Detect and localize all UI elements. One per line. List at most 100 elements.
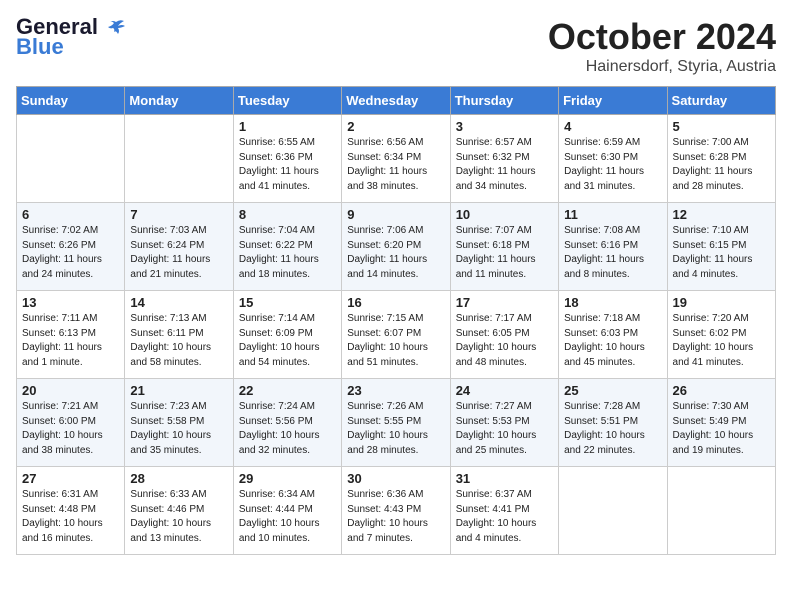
calendar-cell bbox=[125, 115, 233, 203]
day-number: 28 bbox=[130, 471, 227, 486]
calendar-cell: 19Sunrise: 7:20 AMSunset: 6:02 PMDayligh… bbox=[667, 291, 775, 379]
calendar-cell: 4 Sunrise: 6:59 AMSunset: 6:30 PMDaylight… bbox=[559, 115, 667, 203]
calendar-cell: 29 Sunrise: 6:34 AMSunset: 4:44 PMDayligh… bbox=[233, 467, 341, 555]
day-info: Sunrise: 7:21 AMSunset: 6:00 PMDaylight:… bbox=[22, 400, 119, 458]
day-info: Sunrise: 7:17 AMSunset: 6:05 PMDaylight:… bbox=[456, 312, 553, 370]
day-number: 6 bbox=[22, 207, 119, 222]
day-number: 23 bbox=[347, 383, 444, 398]
calendar-cell: 5 Sunrise: 7:00 AMSunset: 6:28 PMDaylight… bbox=[667, 115, 775, 203]
day-number: 9 bbox=[347, 207, 444, 222]
day-number: 15 bbox=[239, 295, 336, 310]
day-number: 22 bbox=[239, 383, 336, 398]
page-header: General Blue October 2024 Hainersdorf, S… bbox=[16, 16, 776, 76]
calendar-cell: 25 Sunrise: 7:28 AMSunset: 5:51 PMDayligh… bbox=[559, 379, 667, 467]
day-info: Sunrise: 7:06 AMSunset: 6:20 PMDaylight:… bbox=[347, 224, 444, 282]
weekday-header-monday: Monday bbox=[125, 87, 233, 115]
day-info: Sunrise: 6:34 AMSunset: 4:44 PMDaylight:… bbox=[239, 488, 336, 546]
day-number: 12 bbox=[673, 207, 770, 222]
calendar-cell: 9 Sunrise: 7:06 AMSunset: 6:20 PMDaylight… bbox=[342, 203, 450, 291]
logo: General Blue bbox=[16, 16, 126, 60]
day-info: Sunrise: 7:30 AMSunset: 5:49 PMDaylight:… bbox=[673, 400, 770, 458]
calendar-cell: 22 Sunrise: 7:24 AMSunset: 5:56 PMDayligh… bbox=[233, 379, 341, 467]
day-number: 17 bbox=[456, 295, 553, 310]
day-info: Sunrise: 6:33 AMSunset: 4:46 PMDaylight:… bbox=[130, 488, 227, 546]
day-number: 11 bbox=[564, 207, 661, 222]
weekday-header-wednesday: Wednesday bbox=[342, 87, 450, 115]
day-info: Sunrise: 7:14 AMSunset: 6:09 PMDaylight:… bbox=[239, 312, 336, 370]
calendar-cell: 1 Sunrise: 6:55 AMSunset: 6:36 PMDaylight… bbox=[233, 115, 341, 203]
day-number: 31 bbox=[456, 471, 553, 486]
calendar-cell: 11 Sunrise: 7:08 AMSunset: 6:16 PMDayligh… bbox=[559, 203, 667, 291]
calendar-cell: 26 Sunrise: 7:30 AMSunset: 5:49 PMDayligh… bbox=[667, 379, 775, 467]
day-number: 4 bbox=[564, 119, 661, 134]
day-number: 18 bbox=[564, 295, 661, 310]
day-number: 1 bbox=[239, 119, 336, 134]
day-number: 26 bbox=[673, 383, 770, 398]
day-info: Sunrise: 7:13 AMSunset: 6:11 PMDaylight:… bbox=[130, 312, 227, 370]
calendar-cell: 7Sunrise: 7:03 AMSunset: 6:24 PMDaylight… bbox=[125, 203, 233, 291]
calendar-cell: 16Sunrise: 7:15 AMSunset: 6:07 PMDayligh… bbox=[342, 291, 450, 379]
location-title: Hainersdorf, Styria, Austria bbox=[548, 58, 776, 76]
day-info: Sunrise: 7:02 AMSunset: 6:26 PMDaylight:… bbox=[22, 224, 119, 282]
day-number: 8 bbox=[239, 207, 336, 222]
day-info: Sunrise: 7:11 AMSunset: 6:13 PMDaylight:… bbox=[22, 312, 119, 370]
day-number: 14 bbox=[130, 295, 227, 310]
calendar-cell: 18 Sunrise: 7:18 AMSunset: 6:03 PMDayligh… bbox=[559, 291, 667, 379]
calendar-cell bbox=[17, 115, 125, 203]
week-row-4: 20Sunrise: 7:21 AMSunset: 6:00 PMDayligh… bbox=[17, 379, 776, 467]
calendar-cell: 6 Sunrise: 7:02 AMSunset: 6:26 PMDaylight… bbox=[17, 203, 125, 291]
calendar-cell bbox=[559, 467, 667, 555]
day-info: Sunrise: 7:07 AMSunset: 6:18 PMDaylight:… bbox=[456, 224, 553, 282]
calendar-cell: 15 Sunrise: 7:14 AMSunset: 6:09 PMDayligh… bbox=[233, 291, 341, 379]
day-info: Sunrise: 7:18 AMSunset: 6:03 PMDaylight:… bbox=[564, 312, 661, 370]
day-info: Sunrise: 7:03 AMSunset: 6:24 PMDaylight:… bbox=[130, 224, 227, 282]
day-number: 25 bbox=[564, 383, 661, 398]
day-info: Sunrise: 7:00 AMSunset: 6:28 PMDaylight:… bbox=[673, 136, 770, 194]
day-info: Sunrise: 7:26 AMSunset: 5:55 PMDaylight:… bbox=[347, 400, 444, 458]
day-number: 27 bbox=[22, 471, 119, 486]
day-info: Sunrise: 6:55 AMSunset: 6:36 PMDaylight:… bbox=[239, 136, 336, 194]
calendar-cell: 2Sunrise: 6:56 AMSunset: 6:34 PMDaylight… bbox=[342, 115, 450, 203]
day-number: 5 bbox=[673, 119, 770, 134]
weekday-header-thursday: Thursday bbox=[450, 87, 558, 115]
day-number: 29 bbox=[239, 471, 336, 486]
day-number: 13 bbox=[22, 295, 119, 310]
calendar-cell: 23 Sunrise: 7:26 AMSunset: 5:55 PMDayligh… bbox=[342, 379, 450, 467]
day-info: Sunrise: 6:59 AMSunset: 6:30 PMDaylight:… bbox=[564, 136, 661, 194]
calendar-cell: 10Sunrise: 7:07 AMSunset: 6:18 PMDayligh… bbox=[450, 203, 558, 291]
day-info: Sunrise: 7:24 AMSunset: 5:56 PMDaylight:… bbox=[239, 400, 336, 458]
month-title: October 2024 bbox=[548, 16, 776, 58]
week-row-5: 27Sunrise: 6:31 AMSunset: 4:48 PMDayligh… bbox=[17, 467, 776, 555]
calendar-table: SundayMondayTuesdayWednesdayThursdayFrid… bbox=[16, 86, 776, 555]
calendar-cell: 13 Sunrise: 7:11 AMSunset: 6:13 PMDayligh… bbox=[17, 291, 125, 379]
weekday-header-friday: Friday bbox=[559, 87, 667, 115]
day-info: Sunrise: 6:56 AMSunset: 6:34 PMDaylight:… bbox=[347, 136, 444, 194]
calendar-cell: 24Sunrise: 7:27 AMSunset: 5:53 PMDayligh… bbox=[450, 379, 558, 467]
day-info: Sunrise: 6:57 AMSunset: 6:32 PMDaylight:… bbox=[456, 136, 553, 194]
day-info: Sunrise: 7:08 AMSunset: 6:16 PMDaylight:… bbox=[564, 224, 661, 282]
week-row-1: 1 Sunrise: 6:55 AMSunset: 6:36 PMDaylight… bbox=[17, 115, 776, 203]
weekday-header-sunday: Sunday bbox=[17, 87, 125, 115]
day-number: 16 bbox=[347, 295, 444, 310]
calendar-cell: 31 Sunrise: 6:37 AMSunset: 4:41 PMDayligh… bbox=[450, 467, 558, 555]
day-info: Sunrise: 7:20 AMSunset: 6:02 PMDaylight:… bbox=[673, 312, 770, 370]
day-number: 24 bbox=[456, 383, 553, 398]
calendar-cell: 12 Sunrise: 7:10 AMSunset: 6:15 PMDayligh… bbox=[667, 203, 775, 291]
calendar-cell: 14 Sunrise: 7:13 AMSunset: 6:11 PMDayligh… bbox=[125, 291, 233, 379]
day-info: Sunrise: 7:04 AMSunset: 6:22 PMDaylight:… bbox=[239, 224, 336, 282]
logo-bird-icon bbox=[106, 18, 126, 38]
day-info: Sunrise: 7:23 AMSunset: 5:58 PMDaylight:… bbox=[130, 400, 227, 458]
logo-blue: Blue bbox=[16, 34, 64, 60]
calendar-cell: 8 Sunrise: 7:04 AMSunset: 6:22 PMDaylight… bbox=[233, 203, 341, 291]
day-info: Sunrise: 7:10 AMSunset: 6:15 PMDaylight:… bbox=[673, 224, 770, 282]
calendar-cell: 28 Sunrise: 6:33 AMSunset: 4:46 PMDayligh… bbox=[125, 467, 233, 555]
day-number: 21 bbox=[130, 383, 227, 398]
day-info: Sunrise: 7:28 AMSunset: 5:51 PMDaylight:… bbox=[564, 400, 661, 458]
calendar-cell: 17 Sunrise: 7:17 AMSunset: 6:05 PMDayligh… bbox=[450, 291, 558, 379]
day-info: Sunrise: 6:36 AMSunset: 4:43 PMDaylight:… bbox=[347, 488, 444, 546]
calendar-cell: 30Sunrise: 6:36 AMSunset: 4:43 PMDayligh… bbox=[342, 467, 450, 555]
calendar-cell: 3Sunrise: 6:57 AMSunset: 6:32 PMDaylight… bbox=[450, 115, 558, 203]
day-info: Sunrise: 6:37 AMSunset: 4:41 PMDaylight:… bbox=[456, 488, 553, 546]
week-row-3: 13 Sunrise: 7:11 AMSunset: 6:13 PMDayligh… bbox=[17, 291, 776, 379]
weekday-header-tuesday: Tuesday bbox=[233, 87, 341, 115]
